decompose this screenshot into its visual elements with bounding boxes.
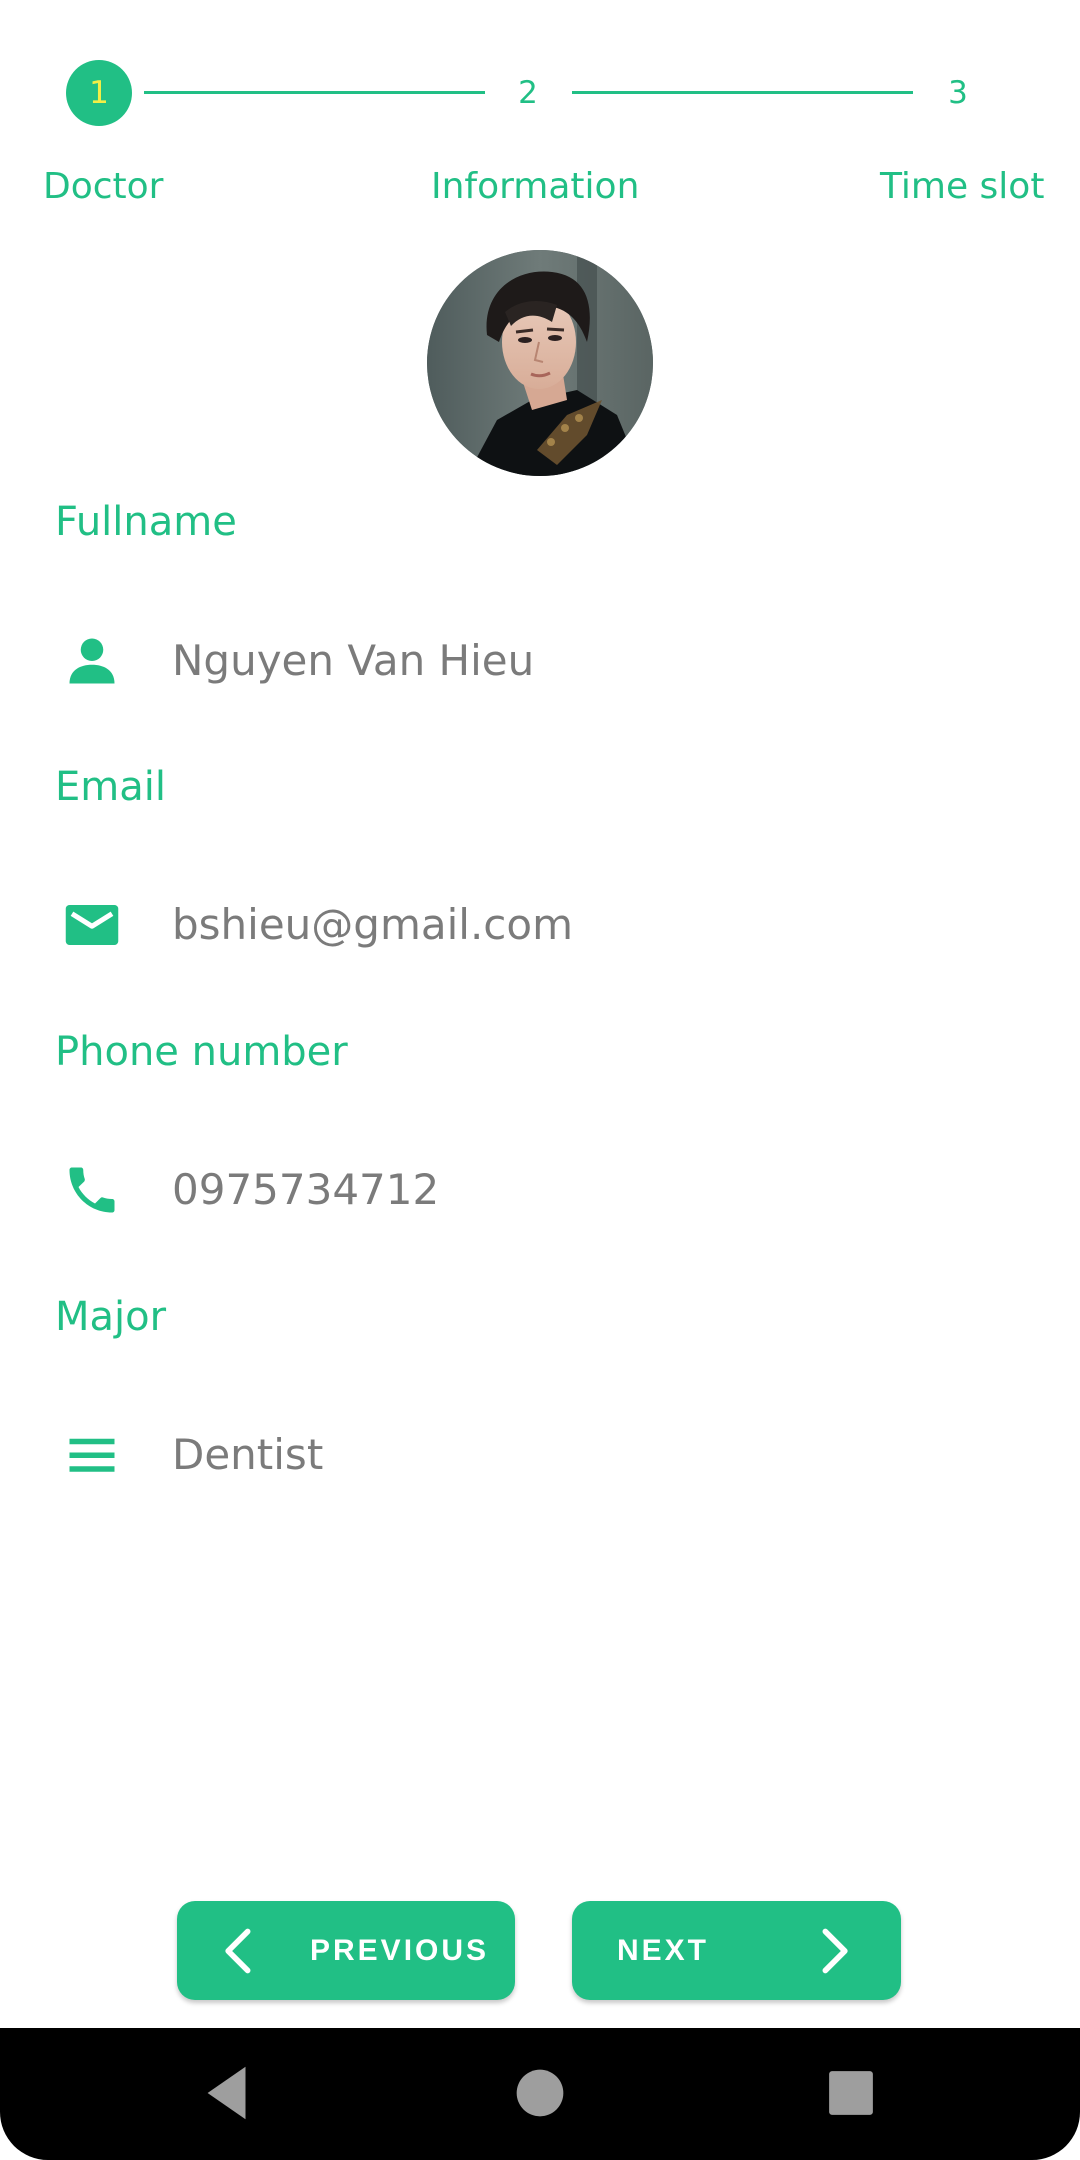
back-icon[interactable] (193, 2058, 263, 2128)
stepper: 1 2 3 Doctor Information Time slot (0, 0, 1080, 230)
home-icon[interactable] (505, 2058, 575, 2128)
screen: 1 2 3 Doctor Information Time slot Fulln… (0, 0, 1080, 2160)
menu-lines-icon (69, 1438, 115, 1472)
next-button-label: NEXT (617, 1934, 710, 1967)
step-3-label[interactable]: Time slot (880, 162, 1044, 212)
email-field[interactable]: bshieu@gmail.com (55, 880, 1025, 970)
phone-field[interactable]: 0975734712 (55, 1145, 1025, 1235)
major-value: Dentist (172, 1430, 324, 1479)
avatar (427, 250, 653, 476)
recents-icon[interactable] (816, 2058, 886, 2128)
major-field[interactable]: Dentist (55, 1410, 1025, 1500)
step-3-number[interactable]: 3 (928, 72, 988, 114)
previous-button-label: PREVIOUS (310, 1934, 490, 1967)
step-1-number: 1 (89, 75, 109, 111)
major-label: Major (55, 1294, 167, 1340)
chevron-left-icon (225, 1928, 251, 1974)
step-1-indicator[interactable]: 1 (66, 60, 132, 126)
step-1-label[interactable]: Doctor (43, 162, 163, 212)
system-navigation-bar (0, 2028, 1080, 2160)
fullname-value: Nguyen Van Hieu (172, 636, 535, 685)
step-2-label[interactable]: Information (431, 162, 639, 212)
phone-icon (69, 1167, 115, 1213)
avatar-portrait-image (427, 250, 653, 476)
person-icon (69, 638, 115, 684)
step-connector-2 (572, 91, 913, 94)
fullname-field[interactable]: Nguyen Van Hieu (55, 616, 1025, 706)
step-connector-1 (144, 91, 485, 94)
email-label: Email (55, 764, 166, 810)
next-button[interactable]: NEXT (572, 1901, 901, 2000)
email-value: bshieu@gmail.com (172, 900, 573, 949)
fullname-label: Fullname (55, 499, 237, 545)
phone-label: Phone number (55, 1029, 348, 1075)
previous-button[interactable]: PREVIOUS (177, 1901, 515, 2000)
step-2-number[interactable]: 2 (498, 72, 558, 114)
mail-icon (65, 905, 119, 945)
phone-value: 0975734712 (172, 1165, 440, 1214)
chevron-right-icon (822, 1928, 848, 1974)
